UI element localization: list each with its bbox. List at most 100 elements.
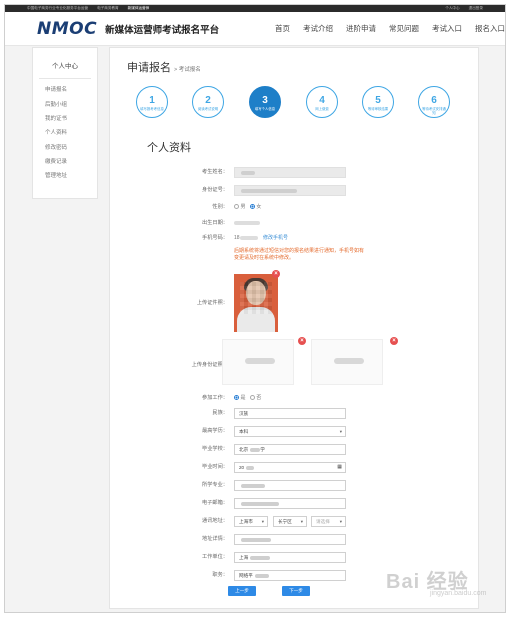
- prev-step-button[interactable]: 上一步: [228, 586, 256, 596]
- email-input[interactable]: [234, 498, 346, 509]
- sidebar-title: 个人中心: [39, 48, 91, 79]
- nation-input[interactable]: 汉族: [234, 408, 346, 419]
- sidebar-item-password[interactable]: 修改密码: [33, 141, 97, 155]
- school-input[interactable]: 北京 学: [234, 444, 346, 455]
- province-select[interactable]: 上海市 ▾: [234, 516, 268, 527]
- city-value: 长宁区: [278, 519, 292, 524]
- radio-job-yes[interactable]: [234, 395, 239, 401]
- company-value: 上海: [239, 555, 249, 560]
- chevron-down-icon: ▾: [300, 519, 303, 524]
- blurred-value: [250, 447, 261, 452]
- radio-job-yes-label: 是: [240, 395, 246, 401]
- idcard-front-preview[interactable]: [222, 339, 294, 385]
- job-label: 参加工作：: [202, 395, 228, 401]
- id-photo-preview[interactable]: [234, 274, 278, 332]
- company-input[interactable]: 上海: [234, 552, 346, 563]
- top-link[interactable]: 电子商务教育: [97, 6, 119, 10]
- change-phone-link[interactable]: 修改手机号: [263, 235, 288, 241]
- sidebar-item-payments[interactable]: 缴费记录: [33, 155, 97, 169]
- email-label: 电子邮箱：: [202, 500, 228, 506]
- radio-male[interactable]: [234, 204, 239, 210]
- top-link[interactable]: 新媒体运营师: [128, 6, 150, 10]
- gender-label: 性别：: [212, 204, 228, 210]
- blurred-value: [245, 358, 275, 364]
- address-label: 通讯地址：: [202, 518, 228, 524]
- company-label: 工作单位：: [202, 554, 228, 560]
- nav-exam-entry[interactable]: 考试入口: [432, 23, 462, 34]
- radio-female-label: 女: [256, 204, 262, 210]
- phone-number: 18: [234, 235, 240, 241]
- nav-advance-apply[interactable]: 进阶申请: [346, 23, 376, 34]
- district-select[interactable]: 请选择 ▾: [311, 516, 346, 527]
- nav-faq[interactable]: 常见问题: [389, 23, 419, 34]
- nav-exam-intro[interactable]: 考试介绍: [303, 23, 333, 34]
- sidebar-item-apply[interactable]: 申请报名: [33, 83, 97, 97]
- radio-job-no-label: 否: [256, 395, 262, 401]
- top-link[interactable]: 中国电子商务行业专业化服务平台运营: [27, 6, 88, 10]
- sidebar-item-team[interactable]: 后勤小组: [33, 97, 97, 111]
- position-value: 网络平: [239, 573, 253, 578]
- photo-upload-label: 上传证件照：: [196, 300, 228, 306]
- blurred-value: [334, 358, 364, 364]
- major-label: 所学专业：: [202, 482, 228, 488]
- radio-male-label: 男: [240, 204, 246, 210]
- major-input[interactable]: [234, 480, 346, 491]
- main-nav: 首页 考试介绍 进阶申请 常见问题 考试入口 报名入口: [275, 12, 505, 46]
- position-label: 职务：: [212, 572, 228, 578]
- chevron-down-icon: ▾: [261, 519, 264, 524]
- birth-value: [234, 218, 260, 229]
- nav-home[interactable]: 首页: [275, 23, 290, 34]
- gender-radio-group: 男 女: [234, 202, 261, 213]
- blurred-value: [239, 235, 258, 240]
- graduation-time-label: 毕业时间：: [202, 464, 228, 470]
- sidebar-item-certificates[interactable]: 我的证书: [33, 112, 97, 126]
- chevron-down-icon: ▾: [339, 519, 342, 524]
- idcard-back-preview[interactable]: [311, 339, 383, 385]
- province-value: 上海市: [239, 519, 253, 524]
- personal-center-link[interactable]: 个人中心: [445, 6, 459, 10]
- school-label: 毕业学校：: [202, 446, 228, 452]
- sidebar-item-profile[interactable]: 个人资料: [33, 126, 97, 140]
- district-value: 请选择: [316, 519, 330, 524]
- site-header: NMOC 新媒体运营师考试报名平台 首页 考试介绍 进阶申请 常见问题 考试入口…: [5, 12, 505, 46]
- chevron-down-icon: ▾: [339, 429, 342, 434]
- position-input[interactable]: 网络平: [234, 570, 346, 581]
- city-select[interactable]: 长宁区 ▾: [273, 516, 307, 527]
- remove-idcard-front-icon[interactable]: ×: [298, 337, 306, 345]
- blurred-value: [241, 501, 279, 506]
- job-radio-group: 是 否: [234, 393, 261, 404]
- profile-form: 考生姓名： 身份证号： 性别： 男 女 出生日期： 手机号码： 18 修改手机号…: [110, 48, 478, 608]
- id-label: 身份证号：: [202, 187, 228, 193]
- remove-idcard-back-icon[interactable]: ×: [390, 337, 398, 345]
- logout-link[interactable]: 退出登录: [469, 6, 483, 10]
- radio-female[interactable]: [249, 204, 255, 210]
- blurred-value: [250, 555, 271, 560]
- remove-photo-icon[interactable]: ×: [272, 270, 280, 278]
- graduation-time-input[interactable]: 20 ▦: [234, 462, 346, 473]
- blurred-value: [246, 465, 255, 470]
- next-step-button[interactable]: 下一步: [282, 586, 310, 596]
- nation-label: 民族：: [212, 410, 228, 416]
- school-suffix: 学: [260, 447, 265, 452]
- nav-register-entry[interactable]: 报名入口: [475, 23, 505, 34]
- address-detail-input[interactable]: [234, 534, 346, 545]
- education-value: 本科: [239, 429, 249, 434]
- education-label: 最高学历：: [202, 428, 228, 434]
- blurred-value: [241, 483, 265, 488]
- blurred-value: [241, 188, 297, 193]
- calendar-icon[interactable]: ▦: [337, 463, 342, 472]
- main-panel: 申请报名 > 考试报名 1 填写报考考信息 2 阅读考试说明 3 填写个人信息 …: [109, 47, 479, 609]
- sidebar-item-address[interactable]: 管理地址: [33, 169, 97, 183]
- id-number-field: [234, 185, 346, 196]
- name-label: 考生姓名：: [202, 169, 228, 175]
- site-logo[interactable]: NMOC: [37, 19, 97, 39]
- phone-label: 手机号码：: [202, 235, 228, 241]
- photo-mosaic: [240, 282, 272, 314]
- radio-job-no[interactable]: [249, 395, 255, 401]
- graduation-time-value: 20: [239, 465, 245, 470]
- education-select[interactable]: 本科 ▾: [234, 426, 346, 437]
- blurred-value: [241, 537, 271, 542]
- address-detail-label: 地址详情：: [202, 536, 228, 542]
- blurred-value: [241, 170, 255, 175]
- birth-label: 出生日期：: [202, 220, 228, 226]
